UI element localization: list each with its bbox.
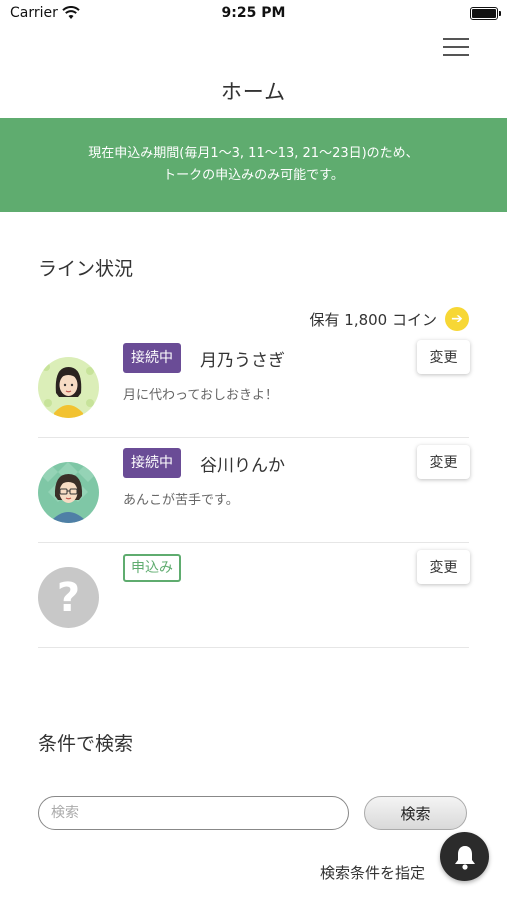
- avatar: [38, 357, 99, 418]
- line-item: ? 申込み 変更: [38, 543, 470, 648]
- coin-balance-label: 保有 1,800 コイン: [309, 310, 437, 329]
- svg-text:?: ?: [57, 575, 80, 621]
- search-input[interactable]: [38, 796, 349, 830]
- bell-icon[interactable]: [440, 832, 489, 881]
- application-period-banner: 現在申込み期間(毎月1〜3, 11〜13, 21〜23日)のため、 トークの申込…: [0, 118, 507, 212]
- line-item: 接続中 月乃うさぎ 月に代わっておしおきよ！ 変更: [38, 333, 470, 438]
- status-bar: Carrier 9:25 PM: [0, 0, 507, 28]
- question-mark-icon: ?: [38, 567, 99, 628]
- change-button[interactable]: 変更: [417, 445, 470, 479]
- banner-line-1: 現在申込み期間(毎月1〜3, 11〜13, 21〜23日)のため、: [88, 146, 419, 161]
- status-badge: 接続中: [123, 448, 181, 478]
- banner-line-2: トークの申込みのみ可能です。: [163, 168, 344, 183]
- person-message: 月に代わっておしおきよ！: [123, 388, 278, 403]
- status-badge: 申込み: [123, 554, 181, 582]
- arrow-right-icon[interactable]: ➔: [445, 307, 469, 331]
- change-button[interactable]: 変更: [417, 340, 470, 374]
- person-name: 谷川りんか: [200, 456, 285, 476]
- search-button[interactable]: 検索: [364, 796, 467, 830]
- search-section-title: 条件で検索: [38, 733, 134, 755]
- line-item: 接続中 谷川りんか あんこが苦手です。 変更: [38, 438, 470, 543]
- avatar: [38, 462, 99, 523]
- change-button[interactable]: 変更: [417, 550, 470, 584]
- clock-time: 9:25 PM: [221, 5, 286, 21]
- hamburger-menu-icon[interactable]: [441, 36, 471, 58]
- line-status-title: ライン状況: [38, 258, 134, 280]
- page-title: ホーム: [220, 80, 287, 104]
- status-badge: 接続中: [123, 343, 181, 373]
- search-conditions-link[interactable]: 検索条件を指定: [320, 862, 425, 883]
- battery-icon: [470, 7, 501, 20]
- person-message: あんこが苦手です。: [123, 493, 239, 508]
- person-name: 月乃うさぎ: [200, 351, 285, 371]
- coin-balance: 保有 1,800 コイン ➔: [310, 307, 469, 331]
